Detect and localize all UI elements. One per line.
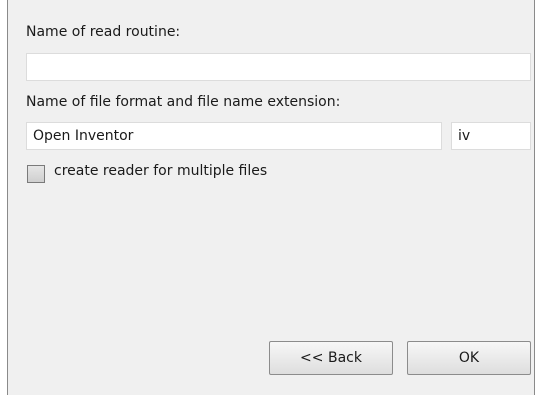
back-button[interactable]: << Back bbox=[269, 341, 393, 375]
create-reader-dialog: Name of read routine: Name of file forma… bbox=[7, 0, 535, 395]
ok-button[interactable]: OK bbox=[407, 341, 531, 375]
multiple-files-checkbox-label[interactable]: create reader for multiple files bbox=[54, 163, 267, 179]
file-format-name-input[interactable] bbox=[26, 122, 442, 150]
file-format-label: Name of file format and file name extens… bbox=[26, 94, 341, 110]
multiple-files-checkbox[interactable] bbox=[27, 165, 45, 183]
read-routine-label: Name of read routine: bbox=[26, 24, 181, 40]
read-routine-input[interactable] bbox=[26, 53, 531, 81]
file-extension-input[interactable] bbox=[451, 122, 531, 150]
